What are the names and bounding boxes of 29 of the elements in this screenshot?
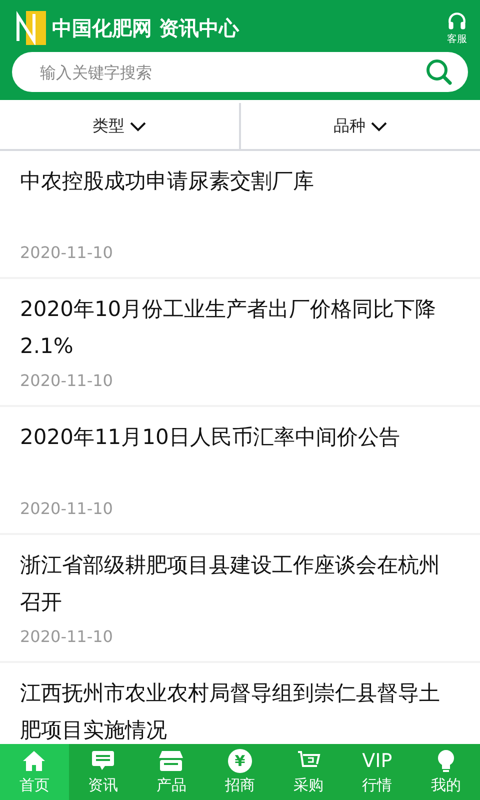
customer-service-button[interactable]: 客服 xyxy=(446,10,468,46)
news-date: 2020-11-10 xyxy=(20,371,113,390)
news-item[interactable]: 中农控股成功申请尿素交割厂库 2020-11-10 xyxy=(0,151,480,277)
news-date: 2020-11-10 xyxy=(20,627,113,646)
news-title: 2020年10月份工业生产者出厂价格同比下降2.1% xyxy=(20,296,438,360)
app-title: 中国化肥网 资讯中心 xyxy=(52,14,240,42)
news-title: 中农控股成功申请尿素交割厂库 xyxy=(20,168,315,195)
lightbulb-icon xyxy=(436,749,456,773)
news-item[interactable]: 2020年10月份工业生产者出厂价格同比下降2.1% 2020-11-10 xyxy=(0,279,480,405)
yen-icon: ¥ xyxy=(228,749,252,773)
search-icon[interactable] xyxy=(424,57,454,87)
search-bar[interactable]: 输入关键字搜索 xyxy=(12,52,468,92)
chat-icon xyxy=(90,750,115,772)
news-title: 2020年11月10日人民币汇率中间价公告 xyxy=(20,424,401,451)
news-item[interactable]: 2020年11月10日人民币汇率中间价公告 2020-11-10 xyxy=(0,407,480,533)
news-item[interactable]: 江西抚州市农业农村局督导组到崇仁县督导土肥项目实施情况 xyxy=(0,663,480,744)
shop-icon xyxy=(158,750,184,772)
news-date: 2020-11-10 xyxy=(20,243,113,262)
news-date: 2020-11-10 xyxy=(20,499,113,518)
news-item[interactable]: 浙江省部级耕肥项目县建设工作座谈会在杭州召开 2020-11-10 xyxy=(0,535,480,661)
nav-tab[interactable]: 首页 xyxy=(0,744,69,800)
news-title: 江西抚州市农业农村局督导组到崇仁县督导土肥项目实施情况 xyxy=(20,680,441,744)
vip-icon: VIP xyxy=(362,750,392,772)
news-title: 浙江省部级耕肥项目县建设工作座谈会在杭州召开 xyxy=(20,552,441,616)
chevron-down-icon xyxy=(370,120,388,132)
search-field[interactable]: 输入关键字搜索 xyxy=(38,62,424,82)
home-icon xyxy=(22,750,46,772)
headphones-icon xyxy=(446,10,468,32)
chevron-down-icon xyxy=(128,120,146,132)
